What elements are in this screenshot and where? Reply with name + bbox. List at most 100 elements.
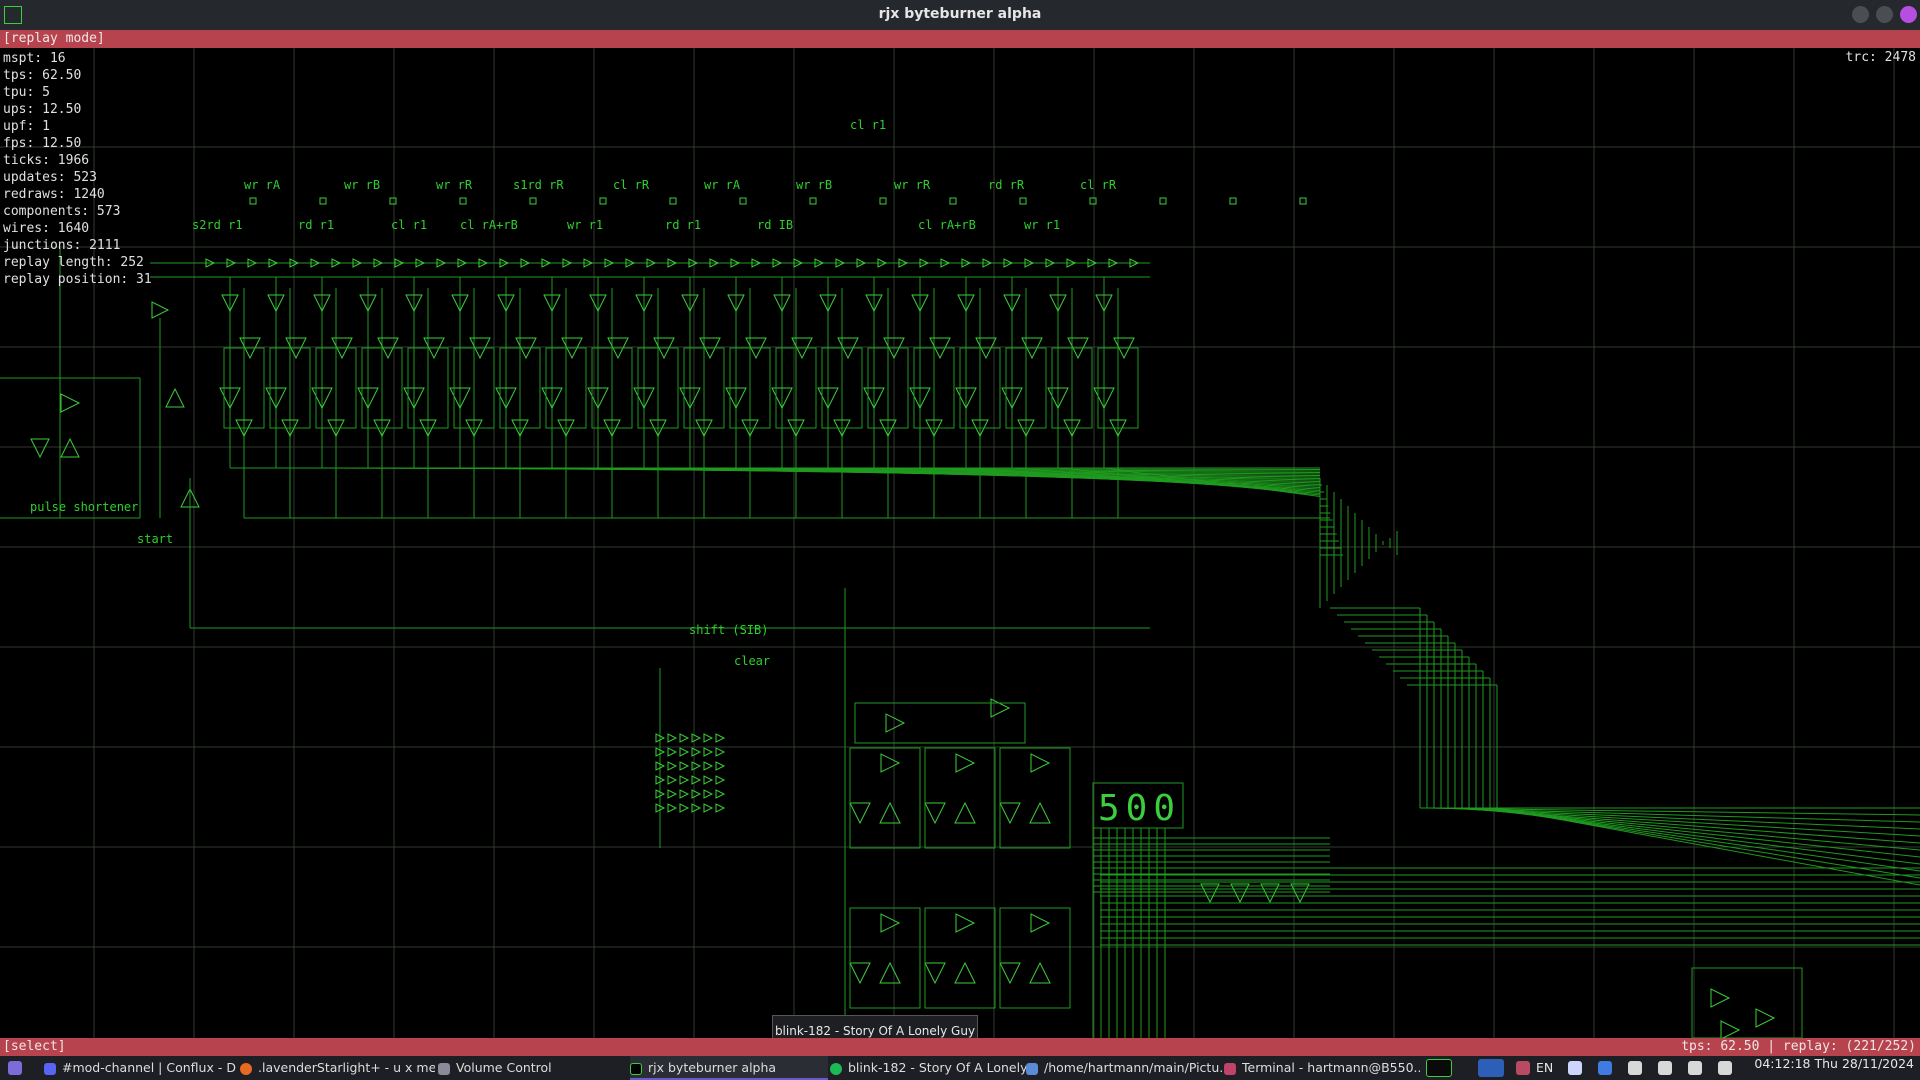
- gate: [667, 747, 678, 757]
- mode-bar: [replay mode]: [0, 30, 1920, 48]
- gate: [703, 733, 714, 743]
- gate: [879, 801, 901, 824]
- circuit-label: s2rd r1: [192, 218, 243, 232]
- circuit-label: cl rR: [613, 178, 650, 192]
- gate: [999, 802, 1021, 825]
- folder-icon: [1026, 1062, 1038, 1075]
- taskbar: #mod-channel | Conflux - Di... .lavender…: [0, 1056, 1920, 1080]
- probe: [1229, 197, 1237, 205]
- gate: [691, 803, 702, 813]
- task-browser[interactable]: .lavenderStarlight+ - u x me /...: [240, 1056, 435, 1080]
- circuit-label: rd IB: [757, 218, 794, 232]
- gate: [1710, 988, 1731, 1008]
- logic-block: [849, 747, 921, 849]
- circuit-label: pulse shortener: [30, 500, 139, 514]
- gate: [715, 761, 726, 771]
- volume-app-icon: [438, 1062, 450, 1075]
- logic-block: [999, 747, 1071, 849]
- stat-line: fps: 12.50: [3, 136, 82, 151]
- gate: [60, 393, 81, 413]
- probe: [669, 197, 677, 205]
- minimize-button[interactable]: [1852, 6, 1869, 23]
- workspace-2-icon[interactable]: [1478, 1059, 1504, 1077]
- gate: [1030, 913, 1051, 933]
- circuit-label: cl r1: [391, 218, 428, 232]
- stat-line: upf: 1: [3, 119, 50, 134]
- probe: [739, 197, 747, 205]
- gate: [703, 775, 714, 785]
- stat-line: tpu: 5: [3, 85, 50, 100]
- launcher-icon[interactable]: [8, 1061, 22, 1075]
- firefox-icon: [240, 1062, 252, 1075]
- probe: [599, 197, 607, 205]
- logic-block: [924, 747, 996, 849]
- clock[interactable]: 04:12:18 Thu 28/11/2024: [1754, 1056, 1914, 1071]
- close-button[interactable]: [1900, 6, 1917, 23]
- probe: [1019, 197, 1027, 205]
- circuit-label: start: [137, 532, 174, 546]
- gate: [679, 803, 690, 813]
- gate: [679, 747, 690, 757]
- circuit-label: wr rR: [436, 178, 473, 192]
- workspace-1-icon[interactable]: [1426, 1059, 1452, 1077]
- probe: [1159, 197, 1167, 205]
- gate: [924, 962, 946, 985]
- gate: [60, 437, 80, 458]
- probe: [459, 197, 467, 205]
- stats-overlay: mspt: 16 tps: 62.50 tpu: 5 ups: 12.50 up…: [3, 50, 152, 288]
- tray-app-icon[interactable]: [1516, 1061, 1530, 1075]
- circuit-label: shift (SIB): [689, 623, 769, 637]
- bluetooth-icon[interactable]: [1598, 1061, 1612, 1075]
- stat-line: ticks: 1966: [3, 153, 90, 168]
- gate: [30, 438, 50, 459]
- circuit-label: clear: [734, 654, 771, 668]
- discord-tray-icon[interactable]: [1568, 1061, 1582, 1075]
- task-files[interactable]: /home/hartmann/main/Pictu...: [1026, 1056, 1222, 1080]
- gate: [703, 789, 714, 799]
- task-terminal[interactable]: Terminal - hartmann@B550...: [1224, 1056, 1420, 1080]
- gate: [165, 387, 185, 408]
- speaker-icon[interactable]: [1718, 1061, 1732, 1075]
- battery-icon[interactable]: [1688, 1061, 1702, 1075]
- gate: [667, 789, 678, 799]
- circuit-label: wr rA: [244, 178, 281, 192]
- circuit-label: cl rA+rB: [918, 218, 976, 232]
- gate: [924, 802, 946, 825]
- window-titlebar: rjx byteburner alpha: [0, 0, 1920, 30]
- gate: [880, 753, 901, 773]
- task-volume[interactable]: Volume Control: [438, 1056, 618, 1080]
- logic-block: [924, 907, 996, 1009]
- gate: [691, 761, 702, 771]
- circuit-label: rd r1: [665, 218, 702, 232]
- gate: [1230, 883, 1250, 904]
- circuit-canvas[interactable]: 500 mspt: 16 tps: 62.50 tpu: 5 ups: 12.5…: [0, 48, 1920, 1038]
- gate: [679, 775, 690, 785]
- stat-line: ups: 12.50: [3, 102, 82, 117]
- gate: [954, 801, 976, 824]
- circuit-label: wr rR: [894, 178, 931, 192]
- notification-bell-icon[interactable]: [1658, 1061, 1672, 1075]
- gate: [667, 803, 678, 813]
- stat-line: redraws: 1240: [3, 187, 105, 202]
- gate: [849, 962, 871, 985]
- status-readout: tps: 62.50 | replay: (221/252): [1681, 1039, 1916, 1054]
- probe: [949, 197, 957, 205]
- gate: [1260, 883, 1280, 904]
- tool-mode: [select]: [3, 1039, 66, 1054]
- logic-block: [1691, 967, 1803, 1038]
- circuit-diagram[interactable]: 500: [0, 48, 1920, 1038]
- stat-line: updates: 523: [3, 170, 97, 185]
- gate: [703, 747, 714, 757]
- probe: [1089, 197, 1097, 205]
- gate: [1029, 801, 1051, 824]
- shift-block: [854, 702, 1026, 744]
- task-spotify[interactable]: blink-182 - Story Of A Lonely ...: [830, 1056, 1026, 1080]
- maximize-button[interactable]: [1876, 6, 1893, 23]
- task-discord[interactable]: #mod-channel | Conflux - Di...: [44, 1056, 236, 1080]
- wifi-icon[interactable]: [1628, 1061, 1642, 1075]
- gate: [691, 747, 702, 757]
- task-byteburner[interactable]: rjx byteburner alpha: [630, 1056, 828, 1080]
- gate: [691, 775, 702, 785]
- keyboard-layout[interactable]: EN: [1536, 1056, 1553, 1080]
- probe: [809, 197, 817, 205]
